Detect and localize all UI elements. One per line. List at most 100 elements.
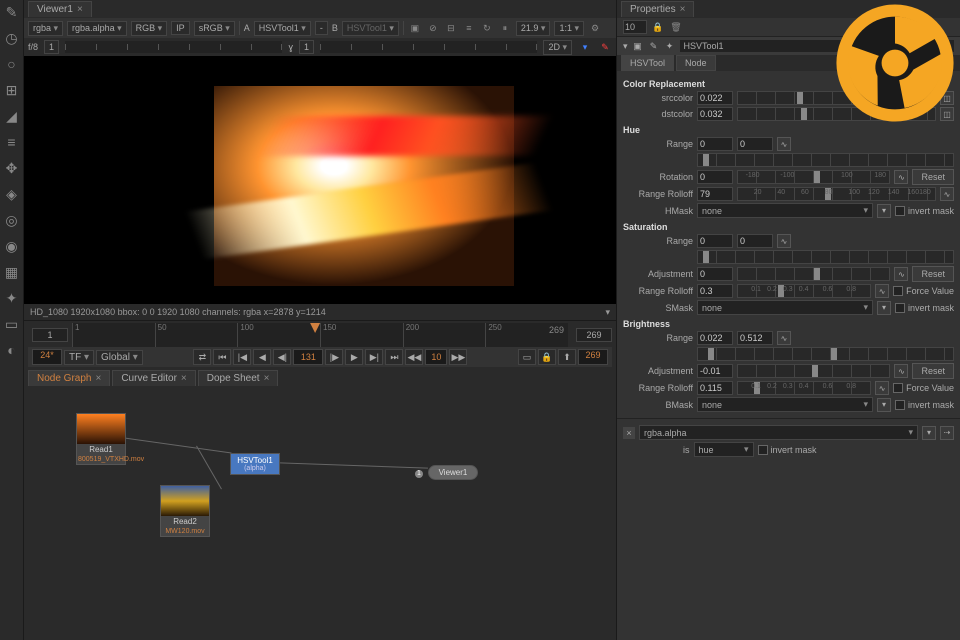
- smask-dropdown[interactable]: none: [697, 300, 873, 315]
- skip-fwd-button[interactable]: ▶▶: [449, 349, 467, 365]
- curve-icon[interactable]: ▾: [877, 398, 891, 412]
- rotation-input[interactable]: [697, 170, 733, 184]
- last-frame-button[interactable]: ⏭: [385, 349, 403, 365]
- bmask-dropdown[interactable]: none: [697, 397, 873, 412]
- exposure-slider[interactable]: [65, 41, 282, 53]
- reset-button[interactable]: Reset: [912, 266, 954, 282]
- folder-icon[interactable]: ▭: [4, 316, 20, 332]
- ratio-field[interactable]: 1:1: [554, 21, 584, 36]
- shuffle-icon[interactable]: ⇄: [193, 349, 211, 365]
- colorspace-dropdown[interactable]: RGB: [131, 21, 168, 36]
- reset-button[interactable]: Reset: [912, 169, 954, 185]
- reset-button[interactable]: Reset: [912, 363, 954, 379]
- hue-rolloff-slider[interactable]: 20 40 60 80 100 120 140 160180: [737, 187, 936, 201]
- close-icon[interactable]: ×: [77, 4, 83, 15]
- proxy-icon[interactable]: ⊘: [426, 21, 440, 35]
- mask-is-dropdown[interactable]: hue: [694, 442, 754, 457]
- wipe-button[interactable]: -: [315, 21, 328, 35]
- roi-icon[interactable]: ▣: [408, 21, 422, 35]
- zoom-field[interactable]: 21.9: [516, 21, 551, 36]
- ip-button[interactable]: IP: [171, 21, 190, 35]
- curve-icon[interactable]: ∿: [894, 364, 908, 378]
- pick-icon[interactable]: ✎: [598, 40, 612, 54]
- sat-range-a[interactable]: [697, 234, 733, 248]
- lock-icon[interactable]: 🔒: [651, 20, 665, 34]
- dstcolor-input[interactable]: [697, 107, 733, 121]
- sat-range-slider[interactable]: [697, 250, 954, 264]
- bri-range-b[interactable]: [737, 331, 773, 345]
- sat-range-b[interactable]: [737, 234, 773, 248]
- bri-range-slider[interactable]: [697, 347, 954, 361]
- paint-icon[interactable]: ✎: [648, 40, 660, 52]
- gear-icon[interactable]: ⚙: [588, 21, 602, 35]
- node-read2[interactable]: Read2 MW120.mov: [160, 485, 210, 537]
- hue-range-b[interactable]: [737, 137, 773, 151]
- misc-icon[interactable]: ◐: [4, 342, 20, 358]
- bri-force[interactable]: Force Value: [893, 383, 954, 393]
- props-count[interactable]: [623, 20, 647, 34]
- end-frame-field[interactable]: 269: [578, 349, 608, 365]
- curve-icon[interactable]: ∿: [777, 234, 791, 248]
- palette-icon[interactable]: ▦: [4, 264, 20, 280]
- lock-icon[interactable]: 🔒: [538, 349, 556, 365]
- wrench-icon[interactable]: ✦: [4, 290, 20, 306]
- clock-icon[interactable]: ◷: [4, 30, 20, 46]
- mask-channel-dropdown[interactable]: rgba.alpha: [639, 425, 918, 440]
- center-icon[interactable]: ▣: [632, 40, 644, 52]
- upload-icon[interactable]: ⬆: [558, 349, 576, 365]
- bmask-invert[interactable]: invert mask: [895, 400, 954, 410]
- bri-range-a[interactable]: [697, 331, 733, 345]
- curve-icon[interactable]: ∿: [894, 267, 908, 281]
- chevron-down-icon[interactable]: ▾: [605, 307, 610, 318]
- channel-dropdown[interactable]: rgba: [28, 21, 63, 36]
- step-back-button[interactable]: ◀|: [273, 349, 291, 365]
- viewer-canvas[interactable]: [24, 56, 616, 304]
- nodegraph-canvas[interactable]: Read1 800519_VTXHD.mov HSVTool1 (alpha) …: [24, 387, 616, 640]
- move-icon[interactable]: ✥: [4, 160, 20, 176]
- timeline-ruler[interactable]: 1 50 100 150 200 250 269: [72, 323, 568, 347]
- curve-icon[interactable]: ∿: [894, 170, 908, 184]
- sat-rolloff-input[interactable]: [697, 284, 733, 298]
- curve-icon[interactable]: ∿: [875, 381, 889, 395]
- curve-icon[interactable]: ∿: [940, 187, 954, 201]
- dopesheet-tab[interactable]: Dope Sheet×: [198, 370, 279, 386]
- range-icon[interactable]: ▭: [518, 349, 536, 365]
- layers-icon[interactable]: ≡: [4, 134, 20, 150]
- curve-icon[interactable]: ∿: [777, 137, 791, 151]
- curve-icon[interactable]: ∿: [875, 284, 889, 298]
- bri-rolloff-input[interactable]: [697, 381, 733, 395]
- fstop-value[interactable]: 1: [44, 40, 59, 54]
- skip-field[interactable]: [425, 349, 447, 365]
- close-icon[interactable]: ×: [680, 4, 686, 15]
- nodegraph-tab[interactable]: Node Graph×: [28, 370, 110, 386]
- clear-icon[interactable]: 🗑: [669, 20, 683, 34]
- properties-tab[interactable]: Properties×: [621, 1, 694, 17]
- tab-hsvtool[interactable]: HSVTool: [621, 55, 674, 71]
- curve-icon[interactable]: ∿: [777, 331, 791, 345]
- play-fwd-button[interactable]: ▶: [345, 349, 363, 365]
- viewer-tab[interactable]: Viewer1 ×: [28, 1, 92, 17]
- srccolor-input[interactable]: [697, 91, 733, 105]
- circle-icon[interactable]: ○: [4, 56, 20, 72]
- tf-dropdown[interactable]: TF: [64, 350, 94, 365]
- frame-end[interactable]: 269: [576, 328, 612, 342]
- pointer-icon[interactable]: ✎: [4, 4, 20, 20]
- hue-range-slider[interactable]: [697, 153, 954, 167]
- sat-adjust-input[interactable]: [697, 267, 733, 281]
- expand-icon[interactable]: ▾: [623, 41, 628, 52]
- wrench-icon[interactable]: ✦: [664, 40, 676, 52]
- rotation-slider[interactable]: -180 -100 100 180: [737, 170, 890, 184]
- current-frame[interactable]: [293, 349, 323, 365]
- close-icon[interactable]: ×: [95, 373, 101, 384]
- hmask-dropdown[interactable]: none: [697, 203, 873, 218]
- node-hsvtool[interactable]: HSVTool1 (alpha): [230, 453, 280, 475]
- pause-icon[interactable]: ⏸: [498, 21, 512, 35]
- sat-force[interactable]: Force Value: [893, 286, 954, 296]
- prev-key-button[interactable]: |◀: [233, 349, 251, 365]
- hue-range-a[interactable]: [697, 137, 733, 151]
- play-back-button[interactable]: ◀: [253, 349, 271, 365]
- curve-icon[interactable]: ▾: [877, 204, 891, 218]
- close-icon[interactable]: ×: [181, 373, 187, 384]
- bri-adjust-input[interactable]: [697, 364, 733, 378]
- input-b-dropdown[interactable]: HSVTool1: [342, 21, 399, 36]
